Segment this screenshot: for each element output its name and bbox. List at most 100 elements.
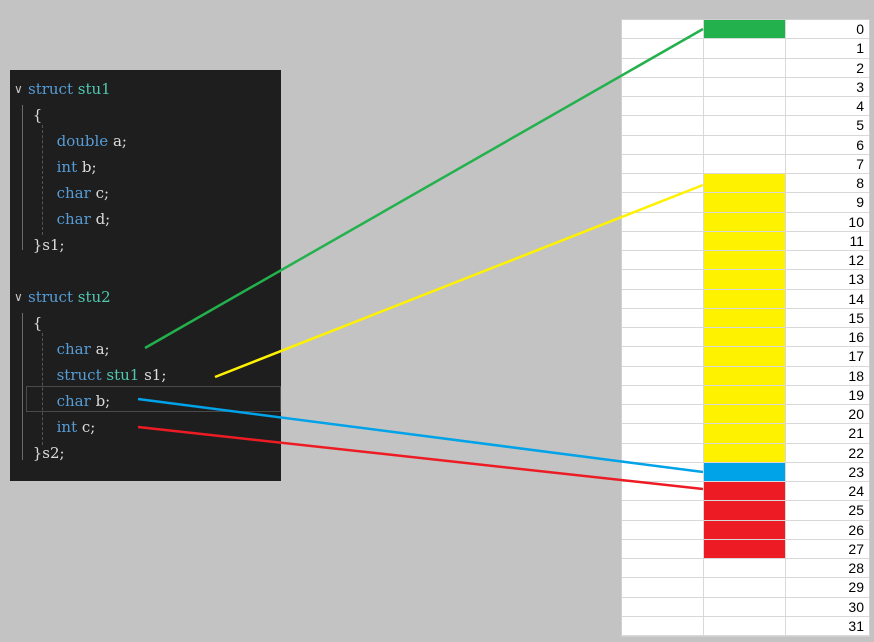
code-line: double a; [28,128,127,154]
memory-row: 4 [622,97,869,117]
code-line: int b; [28,154,97,180]
code-token: d; [90,210,111,228]
memory-row: 18 [622,366,869,386]
code-token: char [56,210,91,228]
byte-offset-label: 11 [849,232,864,249]
code-token: a; [90,340,110,358]
code-token: stu1 [77,80,111,98]
byte-offset-label: 30 [848,598,864,615]
byte-offset-label: 10 [848,213,864,230]
byte-offset-label: 16 [848,329,864,345]
byte-offset-label: 12 [848,252,864,268]
code-token: char [56,392,91,410]
memory-blank-cell [622,193,704,212]
memory-byte-cell [704,347,786,366]
memory-row: 1 [622,39,869,59]
byte-offset-label: 31 [848,617,864,634]
fold-toggle-icon[interactable]: ∨ [14,284,26,310]
fold-toggle-icon[interactable]: ∨ [14,76,26,102]
memory-blank-cell [622,116,704,135]
memory-byte-cell [704,154,786,173]
memory-row: 20 [622,405,869,425]
code-line: }s2; [28,440,65,466]
code-token: { [28,106,43,124]
code-token: c; [90,184,110,202]
memory-row: 17 [622,347,869,367]
memory-byte-cell [704,405,786,424]
memory-byte-cell [704,539,786,558]
code-line: struct stu2 [28,284,111,310]
code-editor-panel: ∨ struct stu1 { double a; int b; char c; … [10,70,281,481]
memory-blank-cell [622,616,704,635]
memory-blank-cell [622,559,704,578]
code-line: char a; [28,336,110,362]
code-token: struct [28,288,73,306]
code-token: s1; [139,366,167,384]
code-token: { [28,314,43,332]
code-line: { [28,310,43,336]
code-line: struct stu1 s1; [28,362,167,388]
memory-byte-cell [704,289,786,308]
memory-row: 27 [622,539,869,559]
memory-byte-cell [704,443,786,462]
memory-byte-cell [704,616,786,635]
memory-byte-cell [704,231,786,250]
memory-byte-cell [704,77,786,96]
memory-row: 11 [622,231,869,251]
memory-blank-cell [622,385,704,404]
memory-row: 5 [622,116,869,136]
memory-blank-cell [622,366,704,385]
byte-offset-label: 20 [848,406,864,422]
code-token: double [56,132,109,150]
memory-blank-cell [622,520,704,539]
memory-blank-cell [622,231,704,250]
memory-byte-cell [704,251,786,270]
memory-blank-cell [622,212,704,231]
memory-byte-cell [704,559,786,578]
memory-row: 13 [622,270,869,290]
code-token: int [56,418,78,436]
memory-byte-cell [704,597,786,616]
memory-byte-cell [704,135,786,154]
code-token: }s1; [28,236,65,254]
memory-row: 2 [622,58,869,78]
byte-offset-label: 22 [848,444,864,461]
memory-blank-cell [622,443,704,462]
code-token: b; [90,392,111,410]
code-token: b; [77,158,97,176]
byte-offset-label: 21 [848,425,864,442]
memory-byte-cell [704,97,786,116]
memory-row: 26 [622,520,869,540]
memory-blank-cell [622,482,704,501]
memory-blank-cell [622,405,704,424]
memory-row: 16 [622,328,869,348]
memory-blank-cell [622,328,704,347]
code-line: }s1; [28,232,65,258]
memory-blank-cell [622,97,704,116]
code-token: stu1 [106,366,140,384]
code-line: int c; [28,414,96,440]
memory-blank-cell [622,289,704,308]
memory-blank-cell [622,20,704,39]
memory-row: 15 [622,308,869,328]
memory-byte-cell [704,116,786,135]
byte-offset-label: 27 [848,540,864,557]
byte-offset-label: 0 [856,21,864,37]
code-token: int [56,158,78,176]
byte-offset-label: 15 [848,309,864,326]
memory-byte-cell [704,385,786,404]
memory-row: 23 [622,462,869,482]
memory-row: 30 [622,597,869,617]
memory-row: 9 [622,193,869,213]
byte-offset-label: 2 [856,59,864,76]
memory-blank-cell [622,501,704,520]
byte-offset-label: 13 [848,271,864,288]
byte-offset-label: 9 [856,194,864,211]
code-line: { [28,102,43,128]
byte-offset-label: 14 [848,290,864,307]
memory-row: 29 [622,578,869,598]
